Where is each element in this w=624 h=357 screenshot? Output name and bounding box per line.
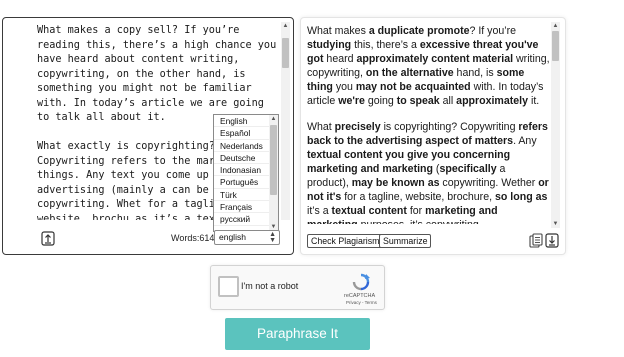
changed-phrase: approximately content material [356,53,514,65]
recaptcha-label: I'm not a robot [241,281,299,291]
input-panel: What makes a copy sell? If you’re readin… [2,17,294,255]
word-count: Words:614 [171,233,215,243]
language-option[interactable]: Español [214,127,270,140]
recaptcha-checkbox[interactable] [218,276,239,297]
output-segment: purposes, it’s copywriting. [358,219,482,224]
output-segment: What makes [307,25,369,37]
output-segment: it. [528,95,540,107]
language-option[interactable]: Français [214,201,270,214]
output-segment: for a tagline, website, brochure, [341,191,495,203]
input-scrollbar[interactable]: ▲ [281,22,290,220]
input-paragraph: What makes a copy sell? If you’re readin… [37,25,277,123]
recaptcha-terms-link[interactable]: Privacy - Terms [346,300,377,305]
language-select[interactable]: english ▲ ▼ [214,230,280,245]
changed-phrase: may be known as [351,177,440,189]
output-segment: ? If you’re [469,25,517,37]
changed-phrase: textual content [331,205,407,217]
language-option[interactable]: Português [214,176,270,189]
download-icon[interactable] [545,233,559,248]
recaptcha-widget: I'm not a robot reCAPTCHA Privacy - Term… [210,265,385,310]
output-segment: . Any [513,135,537,147]
output-segment: What [307,121,335,133]
changed-phrase: on the alternative [365,67,454,79]
output-text: What makes a duplicate promote? If you’r… [307,24,550,224]
changed-phrase: specifically [439,163,497,175]
changed-phrase: a duplicate promote [368,25,470,37]
output-segment: you [332,81,356,93]
language-dropdown-list[interactable]: English Español Nederlands Deutsche Indonasi… [213,114,279,232]
paraphrase-button[interactable]: Paraphrase It [225,318,370,350]
output-segment: going [364,95,397,107]
check-plagiarism-button[interactable]: Check Plagiarism [307,234,384,248]
output-segment: copywriting. Wether [439,177,539,189]
summarize-button[interactable]: Summarize [379,234,432,248]
copy-icon[interactable] [529,233,543,248]
recaptcha-logo-icon [351,273,371,291]
output-panel: What makes a duplicate promote? If you’r… [300,17,566,255]
changed-phrase: precisely [334,121,381,133]
changed-phrase: we're [338,95,365,107]
language-option[interactable]: English [214,115,270,128]
upload-icon[interactable] [41,231,55,246]
language-option[interactable]: Indonasian [214,164,270,177]
changed-phrase: to speak [396,95,440,107]
output-paragraph: What makes a duplicate promote? If you’r… [307,24,550,108]
language-option[interactable]: Nederlands [214,140,270,152]
select-chevron-icon: ▲ ▼ [269,231,276,244]
changed-phrase: studying [307,39,352,51]
output-segment: this, there’s a [351,39,420,51]
language-list-scrollbar[interactable]: ▲ ▼ [269,115,278,231]
output-segment: all [439,95,457,107]
output-segment: hand, is [453,67,497,79]
output-segment: it’s a [307,205,332,217]
language-option[interactable]: Türk [214,189,270,202]
recaptcha-brand: reCAPTCHA [344,293,376,299]
changed-phrase: textual content you [307,149,405,161]
language-option[interactable]: Deutsche [214,152,270,165]
changed-phrase: so long as [495,191,548,203]
changed-phrase: may not be acquainted [355,81,471,93]
output-segment: heard [323,53,357,65]
output-segment: is copyrighting? Copywriting [380,121,519,133]
output-segment: for [406,205,426,217]
language-option[interactable]: русский [214,213,270,226]
changed-phrase: approximately [456,95,529,107]
language-select-value: english [219,232,246,242]
output-scrollbar[interactable]: ▲ ▼ [551,22,560,228]
output-paragraph: What precisely is copyrighting? Copywrit… [307,120,550,224]
